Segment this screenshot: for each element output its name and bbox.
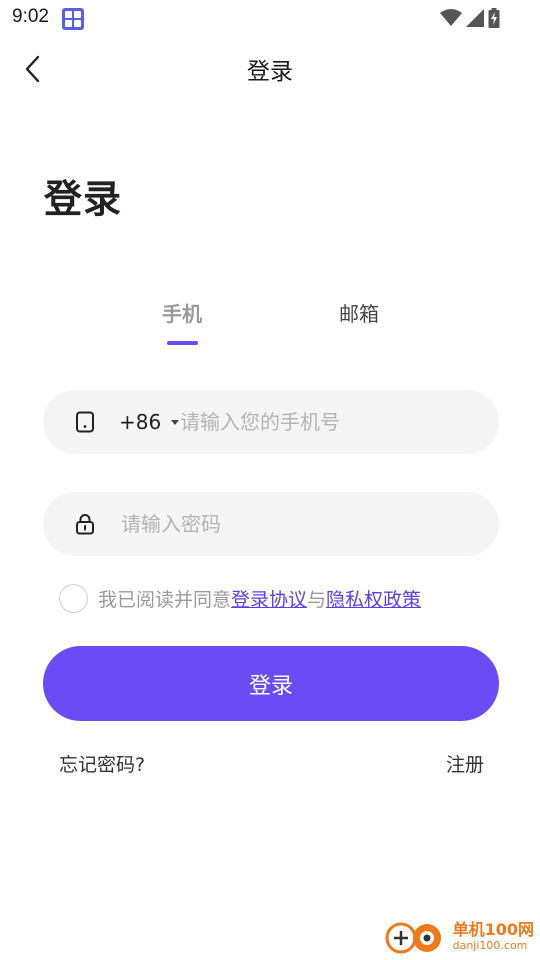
country-code-label: +86 — [119, 410, 162, 434]
password-field — [43, 492, 499, 556]
agreement-checkbox[interactable] — [59, 584, 88, 613]
watermark: 单机100网 danji100.com — [383, 916, 534, 956]
battery-charging-icon — [488, 8, 500, 28]
privacy-policy-link[interactable]: 隐私权政策 — [326, 585, 421, 612]
password-input[interactable] — [121, 506, 481, 542]
register-link[interactable]: 注册 — [446, 750, 484, 777]
wifi-icon — [440, 9, 462, 26]
app-grid-icon — [62, 8, 84, 30]
watermark-domain: danji100.com — [452, 938, 528, 952]
lock-icon — [76, 514, 94, 535]
tab-phone[interactable]: 手机 — [162, 298, 202, 327]
login-button[interactable]: 登录 — [43, 646, 499, 721]
tab-active-indicator — [167, 341, 198, 345]
page-heading: 登录 — [44, 177, 123, 221]
agreement-conjunction: 与 — [307, 589, 327, 611]
terms-link[interactable]: 登录协议 — [231, 585, 307, 612]
forgot-password-link[interactable]: 忘记密码? — [59, 750, 145, 777]
watermark-text: 单机100网 danji100.com — [452, 919, 534, 952]
country-code-selector[interactable]: +86 — [119, 410, 180, 434]
agreement-prefix: 我已阅读并同意 — [98, 589, 232, 611]
status-bar: 9:02 — [0, 0, 540, 36]
agreement-row: 我已阅读并同意 登录协议 与 隐私权政策 — [59, 584, 421, 613]
status-time: 9:02 — [12, 6, 49, 27]
phone-icon — [76, 411, 94, 433]
header-title: 登录 — [247, 59, 293, 85]
watermark-logo-icon — [385, 922, 441, 954]
cellular-signal-icon — [466, 9, 484, 27]
phone-field: +86 — [43, 390, 499, 454]
phone-input[interactable] — [180, 404, 480, 440]
watermark-name: 单机100网 — [452, 919, 534, 939]
tab-email[interactable]: 邮箱 — [339, 298, 379, 327]
chevron-down-icon — [171, 419, 180, 425]
status-icons — [440, 7, 500, 29]
